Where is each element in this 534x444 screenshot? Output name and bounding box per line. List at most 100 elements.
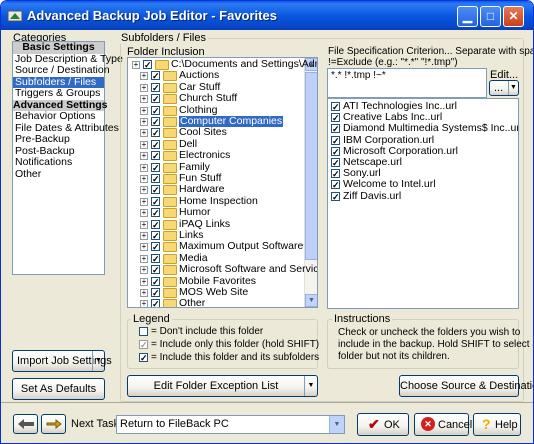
file-spec-value: *.* !*.tmp !~*: [331, 70, 386, 81]
ok-button[interactable]: ✔ OK: [357, 413, 409, 436]
folder-tree[interactable]: ▲ ▼ +✓C:\Documents and Settings\Administ…: [127, 57, 318, 308]
folder-checkbox[interactable]: ✓: [151, 105, 160, 115]
folder-checkbox[interactable]: ✓: [151, 94, 160, 104]
expand-icon[interactable]: +: [140, 266, 148, 275]
footer-bar: Next Task: Return to FileBack PC ▼ ✔ OK …: [1, 402, 533, 443]
expand-icon[interactable]: +: [140, 72, 148, 81]
file-checkbox[interactable]: ✓: [331, 113, 340, 123]
expand-icon[interactable]: +: [140, 289, 148, 297]
folder-tree-item[interactable]: + ✓ Home Inspection: [128, 195, 302, 207]
folder-checkbox[interactable]: ✓: [151, 299, 160, 307]
folder-checkbox[interactable]: ✓: [151, 208, 160, 218]
folder-checkbox[interactable]: ✓: [151, 174, 160, 184]
dropdown-arrow-icon[interactable]: ▼: [304, 376, 317, 396]
expand-icon[interactable]: +: [140, 209, 148, 218]
maximize-button[interactable]: □: [480, 6, 501, 27]
category-item[interactable]: Pre-Backup: [13, 133, 104, 146]
folder-checkbox[interactable]: ✓: [151, 219, 160, 229]
expand-icon[interactable]: +: [140, 175, 148, 183]
ok-label: OK: [384, 419, 400, 431]
category-item[interactable]: Source / Destination: [13, 64, 110, 77]
expand-icon[interactable]: +: [140, 197, 148, 206]
minimize-button[interactable]: ▁: [457, 6, 478, 27]
file-checkbox[interactable]: ✓: [331, 102, 340, 112]
expand-icon[interactable]: +: [140, 163, 148, 172]
category-item[interactable]: Triggers & Groups: [13, 87, 104, 100]
folder-tree-item[interactable]: + ✓ Microsoft Software and Service: [128, 263, 317, 276]
folder-tree-item[interactable]: + ✓ MOS Web Site: [128, 286, 302, 298]
file-checkbox[interactable]: ✓: [331, 158, 340, 168]
folder-checkbox[interactable]: ✓: [151, 288, 160, 298]
browse-button[interactable]: ... ▼: [489, 80, 519, 96]
folder-checkbox[interactable]: ✓: [151, 276, 160, 286]
folder-checkbox[interactable]: ✓: [151, 71, 160, 81]
file-checkbox[interactable]: ✓: [331, 180, 340, 190]
next-job-button[interactable]: [41, 414, 66, 434]
scroll-down-icon[interactable]: ▼: [305, 294, 317, 307]
dropdown-arrow-icon[interactable]: ▼: [92, 351, 104, 371]
folder-tree-item[interactable]: + ✓ Cool Sites: [128, 126, 302, 139]
expand-icon[interactable]: +: [140, 140, 148, 149]
category-item[interactable]: Behavior Options: [13, 110, 104, 123]
folder-checkbox[interactable]: ✓: [151, 82, 160, 92]
expand-icon[interactable]: +: [140, 83, 148, 92]
folder-tree-item[interactable]: + ✓ Other: [128, 297, 302, 307]
import-job-settings-button[interactable]: Import Job Settings ▼: [12, 350, 112, 372]
folder-checkbox[interactable]: ✓: [151, 231, 160, 241]
folder-checkbox[interactable]: ✓: [151, 162, 160, 172]
folder-tree-item[interactable]: + ✓ iPAQ Links: [128, 218, 302, 230]
expand-icon[interactable]: +: [140, 186, 148, 195]
file-checkbox[interactable]: ✓: [331, 124, 340, 134]
folder-checkbox[interactable]: ✓: [143, 60, 152, 70]
folder-tree-item[interactable]: + ✓ Maximum Output Software: [128, 240, 303, 253]
expand-icon[interactable]: +: [140, 152, 148, 161]
file-spec-input[interactable]: *.* !*.tmp !~*: [327, 68, 487, 98]
scroll-thumb[interactable]: [305, 72, 317, 260]
expand-icon[interactable]: +: [140, 300, 148, 307]
expand-icon[interactable]: +: [140, 220, 148, 229]
file-checkbox[interactable]: ✓: [331, 191, 340, 201]
expand-icon[interactable]: +: [140, 243, 148, 252]
folder-tree-item[interactable]: + ✓ Church Stuff: [128, 92, 302, 105]
expand-icon[interactable]: +: [140, 129, 148, 138]
category-item[interactable]: Notifications: [13, 156, 104, 169]
edit-folder-exception-list-button[interactable]: Edit Folder Exception List ▼: [127, 375, 318, 397]
folder-icon: [163, 196, 177, 207]
close-button[interactable]: ✕: [503, 6, 524, 27]
expand-icon[interactable]: +: [140, 106, 148, 115]
expand-icon[interactable]: +: [140, 277, 148, 286]
dropdown-arrow-icon[interactable]: ▼: [508, 81, 518, 95]
expand-icon[interactable]: +: [140, 95, 148, 104]
set-as-defaults-button[interactable]: Set As Defaults: [12, 378, 105, 400]
choose-source-destination-button[interactable]: Choose Source & Destination: [399, 375, 533, 397]
expand-icon[interactable]: +: [140, 232, 148, 240]
folder-icon: [163, 299, 177, 307]
dropdown-arrow-icon[interactable]: ▼: [329, 416, 344, 433]
prev-job-button[interactable]: [13, 414, 38, 434]
file-checkbox[interactable]: ✓: [331, 169, 340, 179]
folder-checkbox[interactable]: ✓: [151, 117, 160, 127]
folder-checkbox[interactable]: ✓: [151, 265, 160, 275]
expand-icon[interactable]: +: [132, 61, 140, 69]
file-checkbox[interactable]: ✓: [331, 146, 340, 156]
folder-tree-item[interactable]: + ✓ Humor: [128, 206, 302, 219]
folder-checkbox[interactable]: ✓: [151, 253, 160, 263]
folder-checkbox[interactable]: ✓: [151, 185, 160, 195]
title-bar[interactable]: Advanced Backup Job Editor - Favorites ▁…: [1, 1, 533, 30]
file-checkbox[interactable]: ✓: [331, 135, 340, 145]
folder-checkbox[interactable]: ✓: [151, 151, 160, 161]
folder-checkbox[interactable]: ✓: [151, 242, 160, 252]
folder-checkbox[interactable]: ✓: [151, 128, 160, 138]
expand-icon[interactable]: +: [140, 254, 148, 263]
file-list-item-label: Welcome to Intel.url: [343, 178, 436, 191]
next-task-select[interactable]: Return to FileBack PC ▼: [116, 415, 345, 434]
instructions-text-line2: include in the backup. Hold SHIFT to sel…: [338, 339, 534, 350]
cancel-button[interactable]: ✕ Cancel: [414, 413, 472, 436]
expand-icon[interactable]: +: [140, 118, 148, 126]
folder-checkbox[interactable]: ✓: [151, 139, 160, 149]
file-list[interactable]: ✓ ATI Technologies Inc..url ✓ Creative Labs…: [327, 98, 519, 309]
category-item[interactable]: Other: [13, 168, 104, 181]
folder-tree-item[interactable]: + ✓ Electronics: [128, 149, 302, 162]
folder-checkbox[interactable]: ✓: [151, 196, 160, 206]
help-button[interactable]: ? Help: [473, 413, 521, 436]
